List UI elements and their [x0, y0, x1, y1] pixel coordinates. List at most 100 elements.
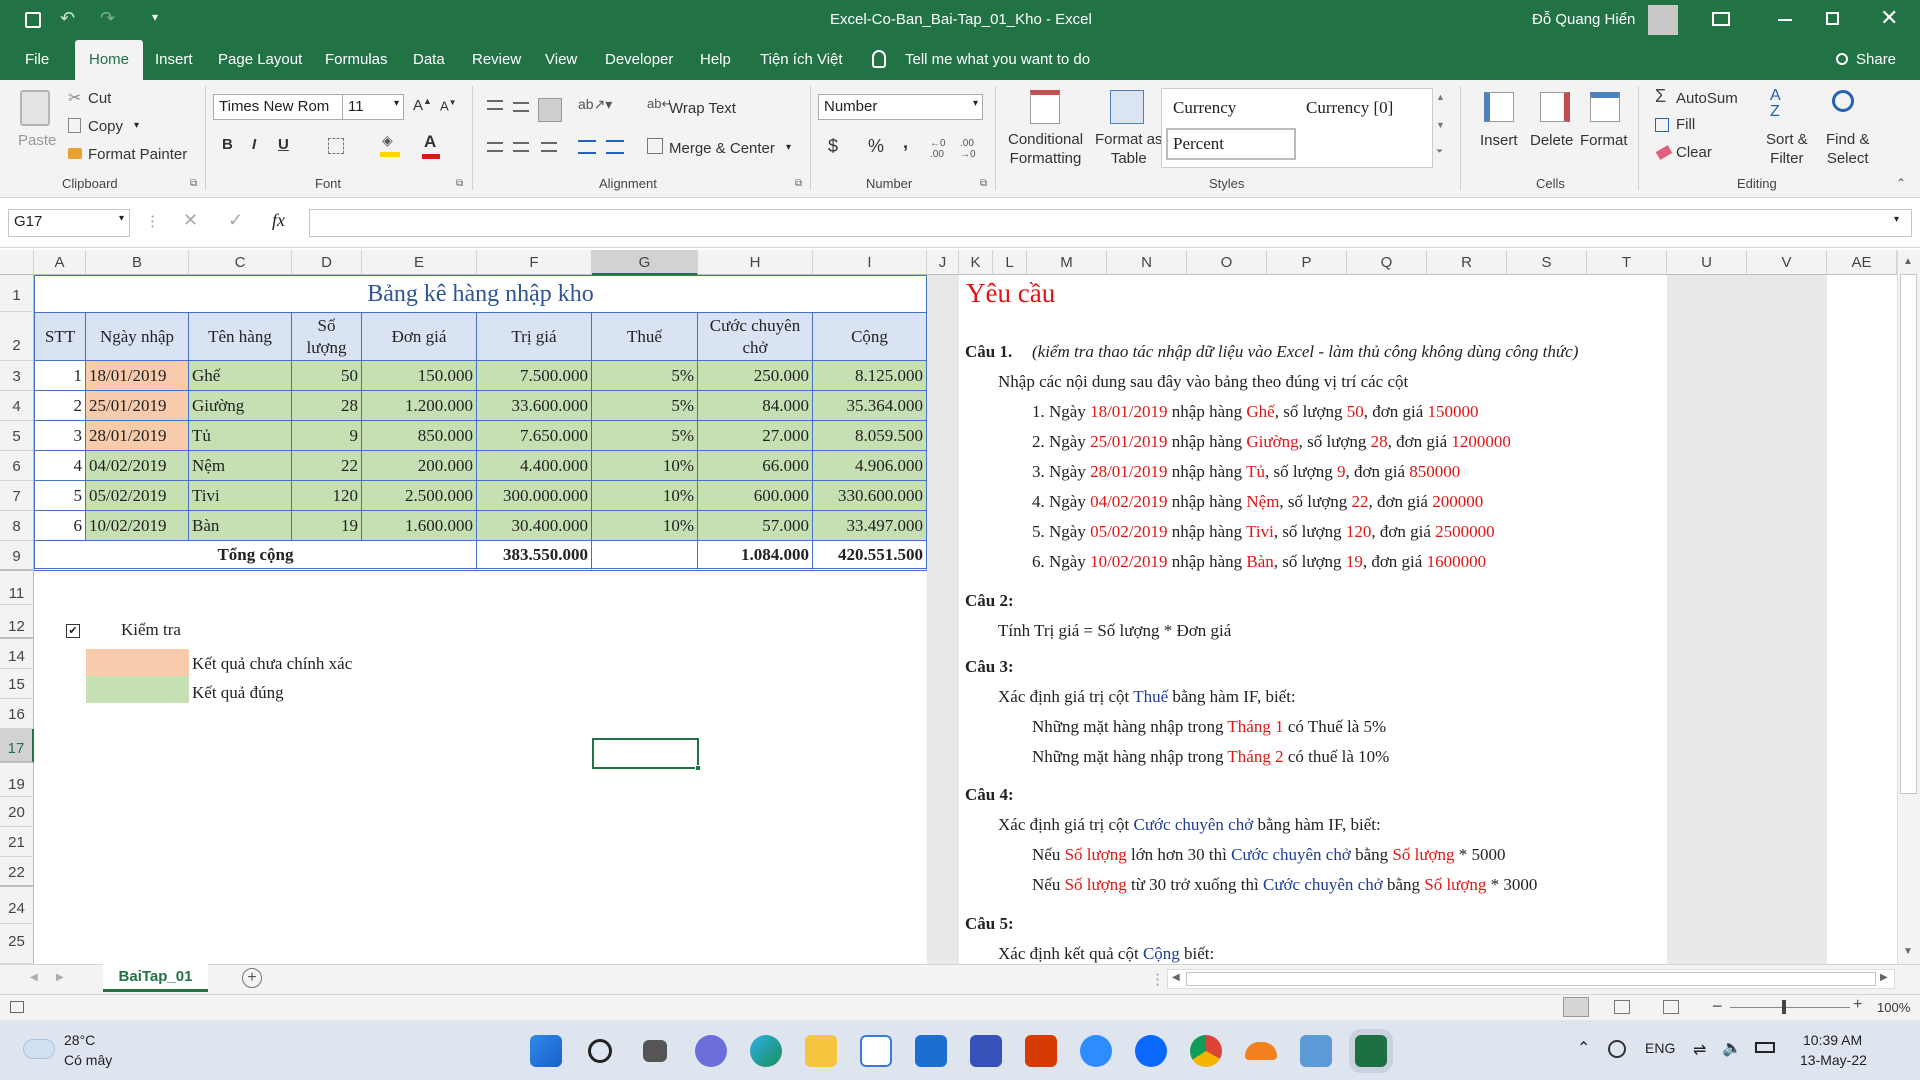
- col-header-t[interactable]: T: [1587, 250, 1667, 275]
- battery-icon[interactable]: [1755, 1042, 1775, 1053]
- zoom-in-icon[interactable]: +: [1853, 996, 1862, 1014]
- dialog-launcher-icon[interactable]: ⧉: [190, 178, 197, 189]
- cell-thue[interactable]: 10%: [592, 481, 698, 511]
- cell-cong[interactable]: 8.125.000: [813, 361, 927, 391]
- tab-formulas[interactable]: Formulas: [325, 40, 388, 80]
- add-sheet-icon[interactable]: +: [242, 968, 262, 988]
- cell-stt[interactable]: 2: [34, 391, 86, 421]
- tab-tien-ich-viet[interactable]: Tiện ích Việt: [760, 40, 843, 80]
- search-icon[interactable]: [588, 1039, 612, 1063]
- col-header-p[interactable]: P: [1267, 250, 1347, 275]
- cell-thue[interactable]: 5%: [592, 361, 698, 391]
- scroll-left-icon[interactable]: ◀: [1172, 972, 1180, 983]
- paste-button[interactable]: Paste: [18, 132, 56, 149]
- zoom-out-icon[interactable]: −: [1712, 996, 1723, 1017]
- cell-so-luong[interactable]: 28: [292, 391, 362, 421]
- cell-cong[interactable]: 8.059.500: [813, 421, 927, 451]
- collapse-ribbon-icon[interactable]: ⌃: [1896, 176, 1906, 190]
- col-header-j[interactable]: J: [927, 250, 959, 275]
- style-currency-0[interactable]: Currency [0]: [1306, 98, 1393, 118]
- currency-format-button[interactable]: $: [828, 136, 838, 157]
- cancel-icon[interactable]: ✕: [183, 210, 198, 231]
- align-right-icon[interactable]: [541, 142, 557, 152]
- task-view-icon[interactable]: [643, 1040, 667, 1062]
- gallery-down-icon[interactable]: ▼: [1436, 120, 1445, 130]
- col-header-m[interactable]: M: [1027, 250, 1107, 275]
- decrease-indent-icon[interactable]: [578, 140, 596, 154]
- cell-cong[interactable]: 4.906.000: [813, 451, 927, 481]
- row-header-9[interactable]: 9: [0, 541, 34, 571]
- tab-help[interactable]: Help: [700, 40, 731, 80]
- format-button[interactable]: Format: [1580, 132, 1628, 149]
- minimize-icon[interactable]: [1778, 19, 1792, 21]
- clock-date[interactable]: 13-May-22: [1800, 1052, 1867, 1068]
- tab-home[interactable]: Home: [75, 40, 144, 80]
- cell-ten-hang[interactable]: Tủ: [189, 421, 292, 451]
- underline-button[interactable]: U: [278, 136, 289, 153]
- decrease-decimal-icon[interactable]: .00 →0: [960, 138, 976, 160]
- percent-button[interactable]: %: [868, 136, 884, 157]
- cell-so-luong[interactable]: 22: [292, 451, 362, 481]
- close-icon[interactable]: ✕: [1880, 5, 1898, 31]
- scroll-down-icon[interactable]: ▼: [1903, 946, 1913, 957]
- cell-so-luong[interactable]: 50: [292, 361, 362, 391]
- row-header-5[interactable]: 5: [0, 421, 34, 451]
- cut-button[interactable]: Cut: [88, 90, 111, 107]
- col-header-o[interactable]: O: [1187, 250, 1267, 275]
- windows-start-icon[interactable]: [530, 1035, 562, 1067]
- col-header-g[interactable]: G: [592, 250, 698, 275]
- enter-icon[interactable]: ✓: [228, 210, 243, 231]
- zoom-app-icon[interactable]: [1080, 1035, 1112, 1067]
- header-cuoc-chuyen-cho[interactable]: Cước chuyên chở: [698, 312, 813, 361]
- cell-cuoc-chuyen-cho[interactable]: 84.000: [698, 391, 813, 421]
- col-header-e[interactable]: E: [362, 250, 477, 275]
- tell-me-input[interactable]: Tell me what you want to do: [905, 40, 1090, 80]
- macro-record-icon[interactable]: [10, 1001, 24, 1013]
- row-header-12[interactable]: 12: [0, 605, 34, 639]
- sheet-next-icon[interactable]: ▶: [56, 972, 64, 983]
- cell-tri-gia[interactable]: 7.500.000: [477, 361, 592, 391]
- scroll-right-icon[interactable]: ▶: [1880, 972, 1888, 983]
- row-header-24[interactable]: 24: [0, 887, 34, 924]
- row-header-1[interactable]: 1: [0, 275, 34, 312]
- teams-chat-icon[interactable]: [695, 1035, 727, 1067]
- cell-stt[interactable]: 4: [34, 451, 86, 481]
- align-center-icon[interactable]: [513, 142, 529, 152]
- row-header-14[interactable]: 14: [0, 639, 34, 669]
- vertical-scroll-thumb[interactable]: [1900, 274, 1917, 794]
- cell-cong[interactable]: 330.600.000: [813, 481, 927, 511]
- ribbon-display-icon[interactable]: [1712, 12, 1730, 26]
- select-all-corner[interactable]: [0, 250, 34, 275]
- formula-input[interactable]: [309, 209, 1912, 237]
- insert-function-icon[interactable]: fx: [272, 210, 285, 231]
- cell-so-luong[interactable]: 19: [292, 511, 362, 541]
- col-header-d[interactable]: D: [292, 250, 362, 275]
- fill-color-icon[interactable]: [380, 152, 400, 157]
- name-box[interactable]: G17 ▾: [8, 209, 130, 237]
- weather-icon[interactable]: [24, 1040, 54, 1058]
- cloud-app-icon[interactable]: [1245, 1042, 1277, 1060]
- align-left-icon[interactable]: [487, 142, 503, 152]
- header-ngay-nhap[interactable]: Ngày nhập: [86, 312, 189, 361]
- align-bottom-icon[interactable]: [538, 98, 562, 122]
- header-don-gia[interactable]: Đơn giá: [362, 312, 477, 361]
- header-cong[interactable]: Cộng: [813, 312, 927, 361]
- cell-so-luong[interactable]: 120: [292, 481, 362, 511]
- tab-review[interactable]: Review: [472, 40, 521, 80]
- cell-tri-gia[interactable]: 4.400.000: [477, 451, 592, 481]
- save-icon[interactable]: [25, 12, 41, 28]
- cell-ngay-nhap[interactable]: 25/01/2019: [86, 391, 189, 421]
- cell-don-gia[interactable]: 200.000: [362, 451, 477, 481]
- total-cuoc[interactable]: 1.084.000: [698, 541, 813, 571]
- row-header-21[interactable]: 21: [0, 827, 34, 857]
- cell-ngay-nhap[interactable]: 05/02/2019: [86, 481, 189, 511]
- cell-thue[interactable]: 10%: [592, 451, 698, 481]
- total-label[interactable]: Tổng cộng: [34, 541, 477, 571]
- cell-stt[interactable]: 6: [34, 511, 86, 541]
- increase-decimal-icon[interactable]: ←0.00: [930, 138, 946, 160]
- dialog-launcher-icon[interactable]: ⧉: [795, 178, 802, 189]
- cell-stt[interactable]: 3: [34, 421, 86, 451]
- col-header-f[interactable]: F: [477, 250, 592, 275]
- zoom-slider-thumb[interactable]: [1782, 1000, 1786, 1014]
- header-stt[interactable]: STT: [34, 312, 86, 361]
